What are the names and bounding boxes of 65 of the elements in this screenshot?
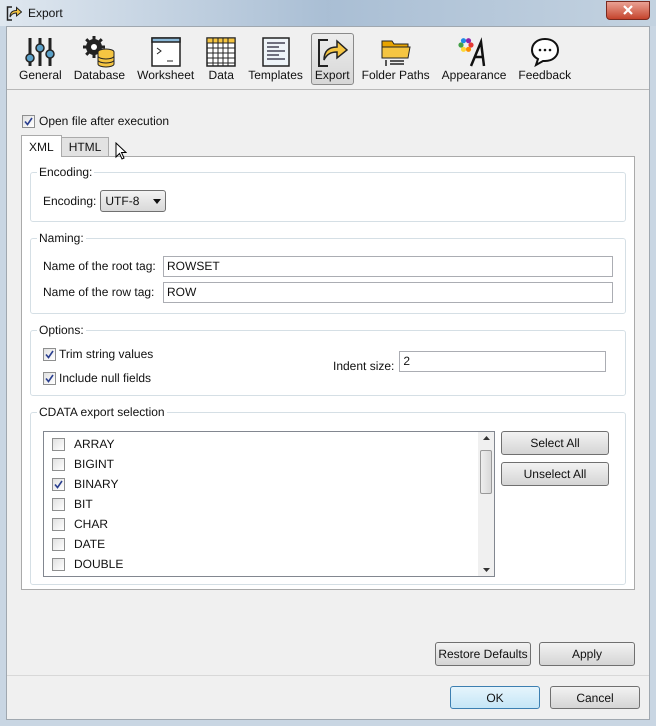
field-label: Indent size: (333, 358, 394, 375)
toolbar-button[interactable]: Feedback (514, 33, 576, 85)
tab[interactable]: HTML (60, 137, 110, 156)
group-title: Naming: (37, 230, 86, 246)
field-label: Encoding: (43, 193, 96, 210)
export-arrow-icon (6, 5, 22, 21)
text-field[interactable]: ROW (163, 282, 613, 302)
scroll-up-icon (482, 436, 490, 440)
checkbox[interactable] (52, 458, 65, 470)
list-item-label: DATE (74, 536, 106, 553)
toolbar-button[interactable]: Templates (244, 33, 307, 85)
toolbar-button[interactable]: Export (310, 33, 354, 85)
document-icon (262, 37, 290, 67)
list-item-label: BIGINT (74, 456, 114, 473)
text-field[interactable]: ROWSET (163, 256, 613, 276)
checkbox[interactable] (22, 114, 35, 128)
table-grid-icon (206, 37, 236, 67)
checkbox-label: Include null fields (59, 370, 152, 387)
checkbox[interactable] (52, 498, 65, 510)
footer-button[interactable]: Restore Defaults (435, 642, 531, 666)
tab[interactable]: XML (21, 135, 62, 157)
list-item-label: CHAR (74, 516, 108, 533)
list-item-label: ARRAY (74, 436, 114, 453)
close-button[interactable] (606, 0, 650, 20)
gear-database-icon (82, 36, 116, 68)
checkbox-label: Open file after execution (39, 113, 170, 130)
scroll-down-icon (482, 568, 490, 572)
sliders-icon (24, 36, 56, 68)
checkbox[interactable] (52, 478, 65, 490)
field-label: Name of the root tag: (43, 258, 157, 275)
checkbox[interactable] (52, 518, 65, 530)
group-title: Encoding: (37, 164, 94, 180)
dialog-button[interactable]: Cancel (550, 686, 640, 709)
checkbox-label: Trim string values (59, 346, 154, 363)
checkbox[interactable] (52, 538, 65, 550)
indent-field[interactable]: 2 (399, 350, 606, 372)
caret-icon (153, 198, 162, 204)
list-action-button[interactable]: Unselect All (501, 462, 609, 486)
checkbox[interactable] (52, 558, 65, 570)
field-label: Name of the row tag: (43, 284, 156, 301)
scroll-thumb[interactable] (480, 450, 492, 494)
group-title: Options: (37, 322, 86, 338)
toolbar-button[interactable]: Data (202, 33, 240, 85)
list-item-label: BIT (74, 496, 93, 513)
speech-bubble-icon (528, 36, 561, 68)
export-arrow-icon (316, 36, 348, 68)
encoding-dropdown[interactable]: UTF-8 (100, 190, 166, 212)
checkbox[interactable] (43, 372, 56, 384)
toolbar-button[interactable]: Worksheet (133, 33, 198, 85)
toolbar-button[interactable]: Appearance (438, 33, 510, 85)
window-title: Export (28, 5, 63, 22)
toolbar-button[interactable]: Folder Paths (358, 33, 434, 85)
checkbox[interactable] (43, 348, 56, 360)
list-action-button[interactable]: Select All (501, 431, 609, 455)
list-item-label: DOUBLE (74, 556, 124, 573)
list-item-label: BINARY (74, 476, 118, 493)
toolbar-button[interactable]: Database (70, 33, 130, 85)
footer-button[interactable]: Apply (539, 642, 635, 666)
dialog-button[interactable]: OK (450, 686, 540, 709)
group-title: CDATA export selection (37, 404, 167, 420)
checkbox[interactable] (52, 438, 65, 450)
scrollbar[interactable] (478, 432, 494, 576)
close-icon (623, 5, 633, 15)
terminal-window-icon (150, 37, 181, 67)
toolbar-button[interactable]: General (15, 33, 66, 85)
